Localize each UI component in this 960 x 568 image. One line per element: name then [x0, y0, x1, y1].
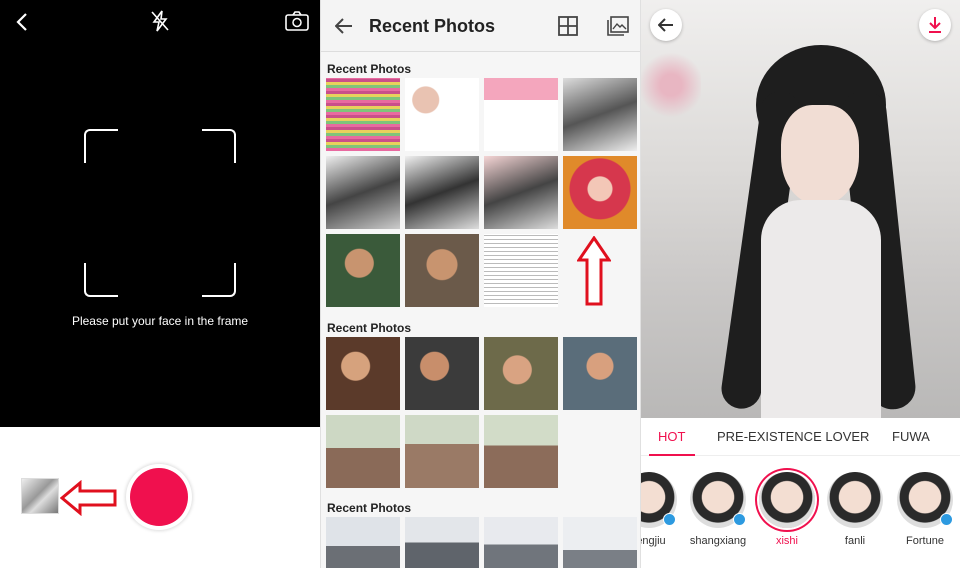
photo-thumbnail[interactable]: [484, 234, 558, 307]
photo-thumbnail[interactable]: [405, 337, 479, 410]
photo-thumbnail[interactable]: [563, 78, 637, 151]
photo-thumbnail[interactable]: [405, 517, 479, 568]
photo-thumbnail[interactable]: [563, 517, 637, 568]
switch-camera-icon[interactable]: [284, 9, 310, 33]
photo-thumbnail[interactable]: [326, 78, 400, 151]
style-avatar: [759, 472, 815, 528]
face-frame-hint: Please put your face in the frame: [71, 314, 249, 328]
photo-thumbnail[interactable]: [405, 234, 479, 307]
back-arrow-icon: [658, 18, 673, 32]
photo-thumbnail[interactable]: [405, 156, 479, 229]
style-category-tabs: HOT PRE-EXISTENCE LOVER FUWA: [641, 418, 960, 456]
photo-thumbnail[interactable]: [484, 415, 558, 488]
photo-thumbnail[interactable]: [405, 415, 479, 488]
photo-grid: [326, 517, 637, 568]
pointer-arrow-up-icon: [577, 236, 611, 306]
style-name: fanli: [844, 535, 866, 547]
style-name: Fortune: [906, 535, 944, 547]
section-title: Recent Photos: [327, 321, 412, 335]
generated-portrait: [641, 0, 960, 418]
result-screen: HOT PRE-EXISTENCE LOVER FUWA engjiu shan…: [641, 0, 960, 568]
photo-thumbnail[interactable]: [326, 337, 400, 410]
style-list: engjiu shangxiang xishi fanli Fortune: [641, 457, 960, 568]
gallery-header: Recent Photos: [321, 0, 640, 52]
album-icon[interactable]: [606, 15, 630, 37]
photo-thumbnail[interactable]: [563, 337, 637, 410]
tab-fuwa[interactable]: FUWA: [892, 429, 930, 444]
download-badge-icon: [733, 513, 746, 526]
back-button[interactable]: [650, 9, 682, 41]
photo-thumbnail[interactable]: [405, 78, 479, 151]
photo-thumbnail[interactable]: [326, 517, 400, 568]
shutter-button[interactable]: [130, 468, 188, 526]
tab-pre-existence-lover[interactable]: PRE-EXISTENCE LOVER: [717, 429, 869, 444]
download-icon: [929, 17, 941, 33]
photo-thumbnail[interactable]: [326, 156, 400, 229]
tab-hot[interactable]: HOT: [658, 429, 685, 444]
gallery-title: Recent Photos: [369, 16, 496, 36]
grid-view-icon[interactable]: [557, 15, 579, 37]
section-title: Recent Photos: [327, 501, 412, 515]
download-button[interactable]: [919, 9, 951, 41]
photo-thumbnail[interactable]: [484, 78, 558, 151]
photo-thumbnail[interactable]: [326, 415, 400, 488]
section-title: Recent Photos: [327, 62, 412, 76]
photo-thumbnail[interactable]: [563, 156, 637, 229]
back-arrow-icon[interactable]: [333, 15, 355, 37]
photo-thumbnail[interactable]: [484, 156, 558, 229]
download-badge-icon: [940, 513, 953, 526]
pointer-arrow-left-icon: [60, 480, 117, 516]
active-tab-indicator: [649, 454, 695, 456]
style-name: shangxiang: [689, 535, 747, 547]
photo-thumbnail[interactable]: [484, 517, 558, 568]
style-avatar: [827, 472, 883, 528]
gallery-screen: Recent Photos Recent Photos Recent Photo…: [321, 0, 640, 568]
gallery-thumbnail[interactable]: [21, 478, 59, 514]
camera-viewfinder: Please put your face in the frame: [0, 0, 320, 427]
back-chevron-icon[interactable]: [10, 10, 34, 34]
flash-off-icon[interactable]: [148, 9, 172, 33]
camera-screen: Please put your face in the frame: [0, 0, 320, 568]
photo-thumbnail[interactable]: [326, 234, 400, 307]
download-badge-icon: [663, 513, 676, 526]
photo-thumbnail[interactable]: [484, 337, 558, 410]
photo-grid: [326, 337, 637, 488]
